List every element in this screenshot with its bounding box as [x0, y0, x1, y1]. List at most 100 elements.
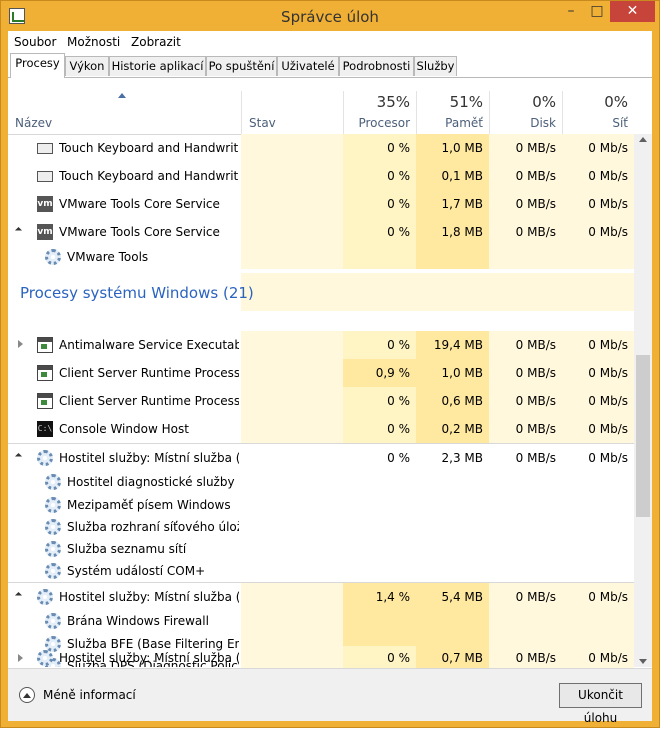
vertical-scrollbar[interactable]	[634, 134, 652, 667]
process-name: Client Server Runtime Process	[59, 394, 239, 408]
memory-total: 51%	[449, 93, 483, 111]
disk-value: 0 MB/s	[515, 422, 556, 436]
col-status[interactable]: Stav	[241, 91, 343, 134]
process-name: Touch Keyboard and Handwriti...	[59, 141, 239, 155]
process-name: Client Server Runtime Process	[59, 366, 239, 380]
cpu-value: 0 %	[387, 197, 410, 211]
tab-vykon[interactable]: Výkon	[65, 56, 109, 76]
network-value: 0 Mb/s	[588, 451, 628, 465]
collapse-arrow-icon[interactable]	[14, 452, 23, 461]
menu-moznosti[interactable]: Možnosti	[67, 35, 120, 49]
service-row[interactable]: Mezipaměť písem Windows	[8, 494, 634, 517]
gear-icon	[45, 541, 61, 557]
task-manager-window: Správce úloh – □ ✕ Soubor Možnosti Zobra…	[0, 0, 660, 728]
process-list: 0 % 1,0 MB 0 MB/s 0 Mb/s Touch Keyboard …	[8, 134, 634, 667]
gear-icon	[45, 497, 61, 513]
process-row[interactable]: 0 % 1,8 MB 0 MB/s 0 Mb/s vm VMware Tools…	[8, 218, 634, 246]
process-row[interactable]: 0 % 0,2 MB 0 MB/s 0 Mb/s C:\ Console Win…	[8, 415, 634, 443]
tab-uzivatele[interactable]: Uživatelé	[277, 56, 339, 76]
service-name: Brána Windows Firewall	[67, 614, 209, 628]
gear-icon	[45, 249, 61, 265]
network-total: 0%	[604, 93, 628, 111]
service-row[interactable]: Služba seznamu sítí	[8, 538, 634, 561]
memory-value: 1,0 MB	[441, 366, 483, 380]
gear-icon	[45, 563, 61, 579]
cpu-value: 0 %	[387, 169, 410, 183]
fewer-details-link[interactable]: Méně informací	[43, 688, 136, 702]
process-row[interactable]: 0 MB/s 0 % 2,3 MB 0 Mb/s Hostitel služby…	[8, 443, 634, 472]
col-memory-label: Paměť	[445, 116, 483, 130]
collapse-arrow-icon[interactable]	[14, 591, 23, 600]
network-value: 0 Mb/s	[588, 197, 628, 211]
tab-historie-aplikaci[interactable]: Historie aplikací	[109, 56, 206, 76]
scroll-thumb[interactable]	[636, 355, 650, 517]
network-value: 0 Mb/s	[588, 651, 628, 665]
process-row[interactable]: 0 % 0,7 MB 0 MB/s 0 Mb/s Hostitel služby…	[8, 646, 634, 670]
process-row[interactable]: 0 % 1,7 MB 0 MB/s 0 Mb/s vm VMware Tools…	[8, 190, 634, 218]
expand-arrow-icon[interactable]	[18, 654, 23, 662]
cpu-value: 0,9 %	[375, 366, 410, 380]
expand-arrow-icon[interactable]	[18, 340, 23, 348]
tab-procesy[interactable]: Procesy	[10, 53, 65, 78]
gear-icon	[45, 613, 61, 629]
gear-icon	[45, 519, 61, 535]
col-name[interactable]: Název	[8, 91, 241, 134]
process-row[interactable]: 1,4 % 5,4 MB 0 MB/s 0 Mb/s Hostitel služ…	[8, 582, 634, 611]
client-area: Soubor Možnosti Zobrazit Procesy Výkon H…	[8, 31, 652, 725]
tab-sluzby[interactable]: Služby	[414, 56, 457, 76]
memory-value: 2,3 MB	[441, 451, 483, 465]
maximize-button[interactable]: □	[584, 1, 610, 22]
network-value: 0 Mb/s	[588, 225, 628, 239]
process-row[interactable]: 0 % 1,0 MB 0 MB/s 0 Mb/s Touch Keyboard …	[8, 134, 634, 162]
menu-bar: Soubor Možnosti Zobrazit	[8, 31, 652, 53]
memory-value: 1,7 MB	[441, 197, 483, 211]
close-button[interactable]: ✕	[610, 1, 655, 22]
footer: Méně informací Ukončit úlohu	[8, 668, 652, 725]
collapse-arrow-icon[interactable]	[14, 226, 23, 235]
scroll-up-icon[interactable]	[639, 137, 647, 142]
col-memory[interactable]: 51% Paměť	[416, 91, 489, 134]
memory-value: 0,2 MB	[441, 422, 483, 436]
service-row[interactable]: Hostitel diagnostické služby	[8, 471, 634, 494]
col-network[interactable]: 0% Síť	[562, 91, 634, 134]
service-name: Systém událostí COM+	[67, 564, 206, 578]
process-row[interactable]: 0 % 0,1 MB 0 MB/s 0 Mb/s Touch Keyboard …	[8, 162, 634, 190]
title-bar[interactable]: Správce úloh – □ ✕	[1, 1, 659, 31]
col-cpu[interactable]: 35% Procesor	[343, 91, 416, 134]
process-name: Hostitel služby: Místní služba (5)	[59, 451, 239, 465]
disk-total: 0%	[532, 93, 556, 111]
process-name: Antimalware Service Executable	[59, 338, 239, 352]
memory-value: 1,0 MB	[441, 141, 483, 155]
cpu-value: 0 %	[387, 651, 410, 665]
process-name: VMware Tools Core Service	[59, 225, 220, 239]
tab-po-spusteni[interactable]: Po spuštění	[206, 56, 277, 76]
service-name: Služba seznamu sítí	[67, 542, 187, 556]
console-icon: C:\	[37, 421, 53, 437]
cpu-total: 35%	[376, 93, 410, 111]
process-row[interactable]: 0 % 19,4 MB 0 MB/s 0 Mb/s Antimalware Se…	[8, 331, 634, 359]
tab-podrobnosti[interactable]: Podrobnosti	[339, 56, 414, 76]
window-icon	[37, 365, 53, 381]
minimize-button[interactable]: –	[558, 1, 584, 22]
scroll-down-icon[interactable]	[639, 659, 647, 664]
group-header[interactable]: Procesy systému Windows (21)	[8, 273, 634, 311]
process-row[interactable]: 0,9 % 1,0 MB 0 MB/s 0 Mb/s Client Server…	[8, 359, 634, 387]
cpu-value: 0 %	[387, 225, 410, 239]
end-task-button[interactable]: Ukončit úlohu	[559, 683, 642, 725]
disk-value: 0 MB/s	[515, 225, 556, 239]
service-row[interactable]: Brána Windows Firewall	[8, 610, 634, 633]
col-disk-label: Disk	[530, 116, 556, 130]
process-row[interactable]: 0 % 0,6 MB 0 MB/s 0 Mb/s Client Server R…	[8, 387, 634, 415]
col-disk[interactable]: 0% Disk	[489, 91, 562, 134]
service-row[interactable]: Služba rozhraní síťového úloži...	[8, 516, 634, 539]
service-row[interactable]: VMware Tools	[8, 246, 634, 269]
menu-soubor[interactable]: Soubor	[14, 35, 56, 49]
disk-value: 0 MB/s	[515, 451, 556, 465]
cpu-value: 0 %	[387, 451, 410, 465]
menu-zobrazit[interactable]: Zobrazit	[131, 35, 181, 49]
service-row[interactable]: Systém událostí COM+	[8, 560, 634, 583]
process-name: Hostitel služby: Místní služba (b...	[59, 651, 239, 665]
collapse-circle-icon[interactable]	[19, 687, 35, 703]
col-network-label: Síť	[612, 116, 628, 130]
service-name: Hostitel diagnostické služby	[67, 475, 235, 489]
